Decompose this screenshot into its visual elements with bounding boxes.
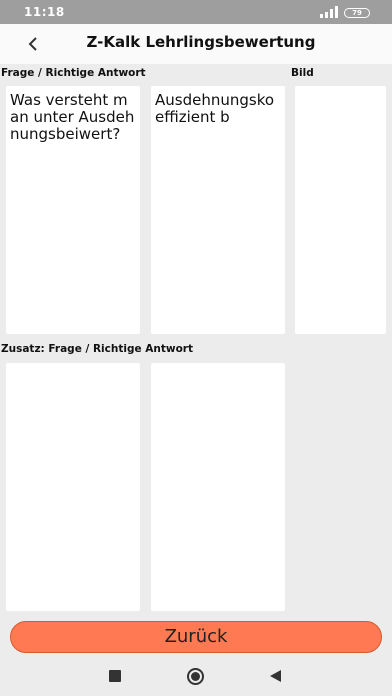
back-arrow-icon[interactable]: [22, 32, 46, 56]
signal-icon: [320, 6, 338, 18]
question-card: Was versteht man unter Ausdehnungsbeiwer…: [6, 86, 140, 334]
answer-card: Ausdehnungskoeffizient b: [151, 86, 285, 334]
status-bar: 11:18 79: [0, 0, 392, 24]
app-bar: Z-Kalk Lehrlingsbewertung: [0, 24, 392, 64]
page-title: Z-Kalk Lehrlingsbewertung: [86, 33, 316, 51]
image-card: [295, 86, 386, 334]
section-label-image: Bild: [291, 67, 314, 79]
section-label-main: Frage / Richtige Antwort: [1, 67, 146, 79]
battery-icon: 79: [344, 8, 370, 18]
recents-icon[interactable]: [109, 670, 121, 682]
nav-back-icon[interactable]: [270, 670, 281, 682]
extra-question-card: [6, 363, 140, 611]
system-nav-bar: [0, 656, 392, 696]
status-time: 11:18: [24, 5, 65, 19]
section-label-extra: Zusatz: Frage / Richtige Antwort: [1, 343, 193, 355]
main-content: Frage / Richtige Antwort Bild Was verste…: [0, 64, 392, 656]
home-icon[interactable]: [187, 668, 204, 685]
extra-answer-card: [151, 363, 285, 611]
back-button[interactable]: Zurück: [10, 621, 382, 653]
